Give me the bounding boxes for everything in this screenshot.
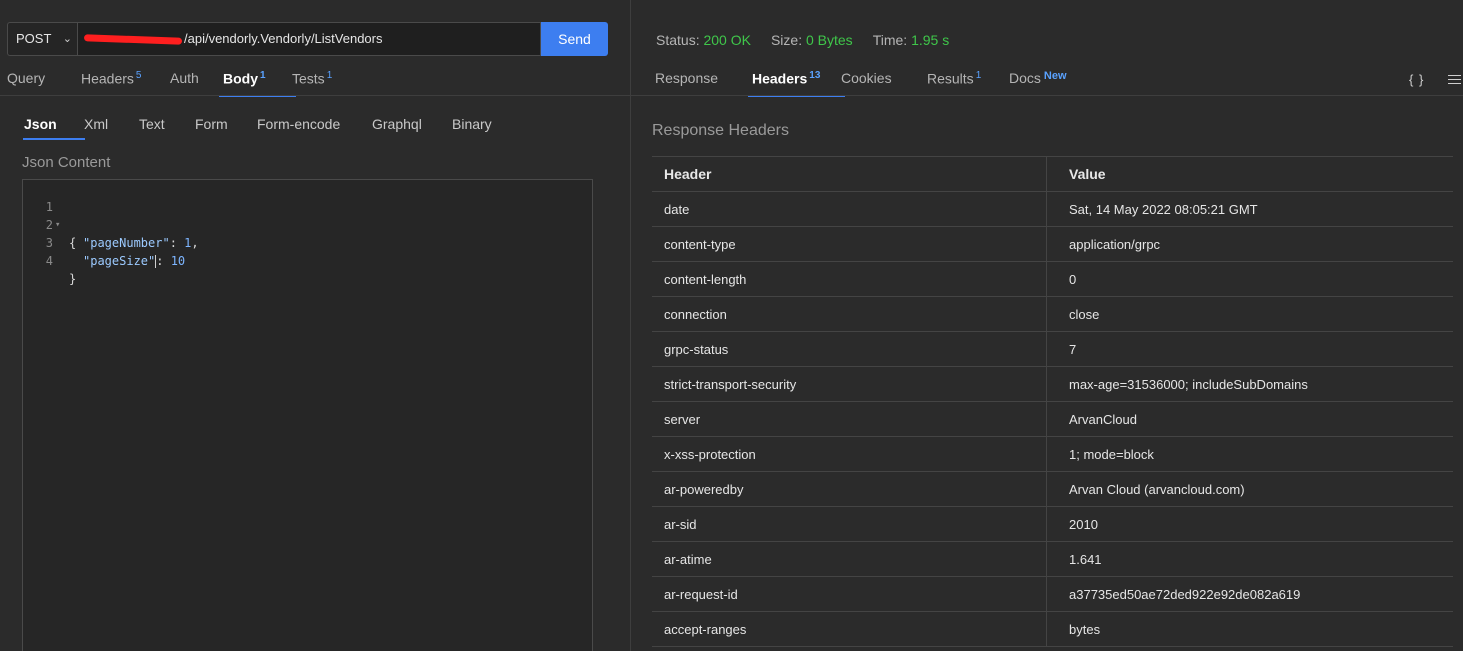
method-select[interactable]: POST ⌄ xyxy=(7,22,78,56)
json-content-label: Json Content xyxy=(22,154,111,171)
header-value-cell: 0 xyxy=(1069,272,1077,287)
tab-tests[interactable]: Tests 1 xyxy=(292,70,352,96)
table-row: server ArvanCloud xyxy=(652,402,1453,437)
table-row: grpc-status 7 xyxy=(652,332,1453,367)
table-row: x-xss-protection 1; mode=block xyxy=(652,437,1453,472)
table-row: accept-ranges bytes xyxy=(652,612,1453,647)
header-name-cell: x-xss-protection xyxy=(664,447,756,462)
table-row: connection close xyxy=(652,297,1453,332)
url-text: /api/vendorly.Vendorly/ListVendors xyxy=(184,31,383,46)
header-name-cell: ar-poweredby xyxy=(664,482,744,497)
tab-json[interactable]: Json xyxy=(23,116,85,140)
tab-xml[interactable]: Xml xyxy=(84,116,139,138)
tab-headers[interactable]: Headers 5 xyxy=(81,70,170,96)
text-cursor xyxy=(155,255,157,268)
header-value-cell: bytes xyxy=(1069,622,1101,637)
new-badge: New xyxy=(1043,70,1067,82)
header-name-cell: ar-sid xyxy=(664,517,697,532)
tab-graphql[interactable]: Graphql xyxy=(372,116,452,138)
header-value-cell: a37735ed50ae72ded922e92de082a619 xyxy=(1069,587,1301,602)
size-value: 0 Bytes xyxy=(805,32,853,48)
tab-query[interactable]: Query xyxy=(7,70,81,96)
header-value-cell: 2010 xyxy=(1069,517,1098,532)
header-name-cell: content-length xyxy=(664,272,747,287)
header-name-cell: strict-transport-security xyxy=(664,377,797,392)
status-value: 200 OK xyxy=(703,32,751,48)
json-editor[interactable]: 1 ▾ { 2 "pageNumber": 1, 3 "pageSize": 1… xyxy=(22,179,593,651)
header-name-cell: connection xyxy=(664,307,727,322)
header-name-cell: accept-ranges xyxy=(664,622,747,637)
response-status-bar: Status: 200 OK Size: 0 Bytes Time: 1.95 … xyxy=(656,32,949,48)
tab-form-encode[interactable]: Form-encode xyxy=(257,116,372,138)
request-panel: POST ⌄ /api/vendorly.Vendorly/ListVendor… xyxy=(0,0,630,651)
header-value-cell: 1.641 xyxy=(1069,552,1102,567)
headers-count-badge: 5 xyxy=(135,70,142,81)
tab-response[interactable]: Response xyxy=(655,70,752,96)
time-info: Time: 1.95 s xyxy=(872,32,950,48)
header-value-cell: application/grpc xyxy=(1069,237,1161,252)
response-headers-title: Response Headers xyxy=(652,122,789,139)
header-value-cell: Sat, 14 May 2022 08:05:21 GMT xyxy=(1069,202,1258,217)
redaction-mark xyxy=(83,34,183,45)
header-value-cell: ArvanCloud xyxy=(1069,412,1137,427)
tab-response-headers[interactable]: Headers 13 xyxy=(748,70,845,97)
tab-body[interactable]: Body 1 xyxy=(219,70,296,97)
send-button[interactable]: Send xyxy=(541,22,608,56)
header-value-cell: Arvan Cloud (arvancloud.com) xyxy=(1069,482,1245,497)
table-header-row: Header Value xyxy=(652,157,1453,192)
code-braces-icon[interactable]: { } xyxy=(1409,72,1424,87)
method-value: POST xyxy=(16,31,52,46)
body-count-badge: 1 xyxy=(260,70,266,81)
tab-cookies[interactable]: Cookies xyxy=(841,70,927,96)
response-panel: Status: 200 OK Size: 0 Bytes Time: 1.95 … xyxy=(631,0,1463,651)
header-name-cell: server xyxy=(664,412,701,427)
response-tabs: Response Headers 13 Cookies Results 1 Docs… xyxy=(655,70,1089,97)
table-row: ar-request-id a37735ed50ae72ded922e92de08… xyxy=(652,577,1453,612)
time-value: 1.95 s xyxy=(911,32,950,48)
tab-binary[interactable]: Binary xyxy=(452,116,512,138)
chevron-down-icon: ⌄ xyxy=(62,33,72,45)
status-info: Status: 200 OK xyxy=(656,32,751,48)
tabs-divider xyxy=(0,95,630,96)
table-row: ar-sid 2010 xyxy=(652,507,1453,542)
response-headers-count-badge: 13 xyxy=(809,70,821,81)
tests-count-badge: 1 xyxy=(326,70,333,81)
code-line: 1 ▾ { xyxy=(23,180,76,250)
tab-text[interactable]: Text xyxy=(139,116,195,138)
code-line: 3 "pageSize": 10 xyxy=(23,216,185,268)
tab-docs[interactable]: Docs New xyxy=(1009,70,1089,96)
header-value-cell: close xyxy=(1069,307,1100,322)
code-line: 2 "pageNumber": 1, xyxy=(23,198,199,250)
header-value-cell: 7 xyxy=(1069,342,1077,357)
header-name-cell: date xyxy=(664,202,690,217)
header-name-cell: ar-atime xyxy=(664,552,712,567)
header-value-cell: max-age=31536000; includeSubDomains xyxy=(1069,377,1308,392)
size-info: Size: 0 Bytes xyxy=(770,32,853,48)
header-name-cell: ar-request-id xyxy=(664,587,738,602)
tabs-divider xyxy=(631,95,1463,96)
request-tabs: Query Headers 5 Auth Body 1 Tests 1 xyxy=(7,70,352,97)
table-row: date Sat, 14 May 2022 08:05:21 GMT xyxy=(652,192,1453,227)
line-number: 4 xyxy=(45,254,53,268)
header-name-cell: content-type xyxy=(664,237,736,252)
table-row: strict-transport-security max-age=3153600… xyxy=(652,367,1453,402)
table-row: content-type application/grpc xyxy=(652,227,1453,262)
tab-auth[interactable]: Auth xyxy=(170,70,223,96)
url-input[interactable]: /api/vendorly.Vendorly/ListVendors xyxy=(78,22,541,56)
header-value-cell: 1; mode=block xyxy=(1069,447,1154,462)
table-row: content-length 0 xyxy=(652,262,1453,297)
body-type-tabs: Json Xml Text Form Form-encode Graphql B… xyxy=(23,116,512,140)
header-name-cell: grpc-status xyxy=(664,342,729,357)
table-row: ar-poweredby Arvan Cloud (arvancloud.com) xyxy=(652,472,1453,507)
column-header: Header xyxy=(664,166,712,182)
tab-form[interactable]: Form xyxy=(195,116,257,138)
menu-icon[interactable] xyxy=(1448,75,1461,87)
code-line: 4 } xyxy=(23,234,76,286)
tab-results[interactable]: Results 1 xyxy=(927,70,1009,96)
response-headers-table: Header Value date Sat, 14 May 2022 08:05:… xyxy=(652,156,1453,647)
table-row: ar-atime 1.641 xyxy=(652,542,1453,577)
results-count-badge: 1 xyxy=(975,70,982,81)
column-header: Value xyxy=(1069,166,1106,182)
